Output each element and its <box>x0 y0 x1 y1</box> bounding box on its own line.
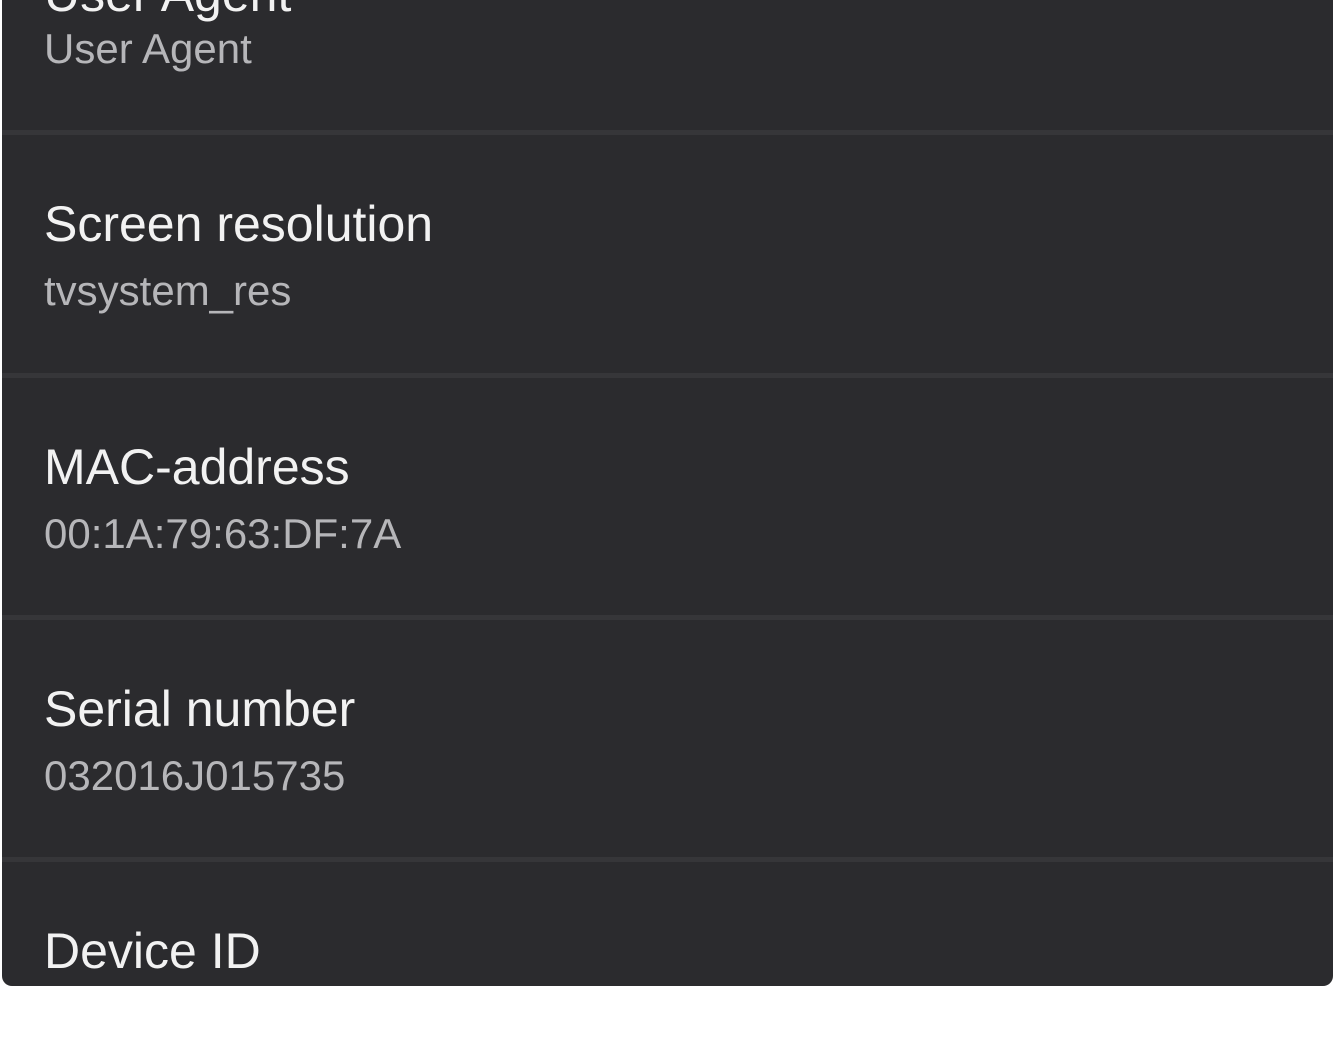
list-item-user-agent[interactable] <box>2 0 1333 130</box>
screen-resolution-title: Screen resolution <box>44 196 434 252</box>
serial-number-value: 032016J015735 <box>44 752 346 799</box>
mac-address-title: MAC-address <box>44 439 350 495</box>
mac-address-value: 00:1A:79:63:DF:7A <box>44 510 402 557</box>
screen-resolution-value: tvsystem_res <box>44 267 292 314</box>
device-id-title: Device ID <box>44 923 261 979</box>
serial-number-title: Serial number <box>44 681 356 737</box>
device-info-list: User Agent User Agent Screen resolution … <box>2 0 1333 986</box>
list-item-screen-resolution[interactable] <box>2 135 1333 373</box>
